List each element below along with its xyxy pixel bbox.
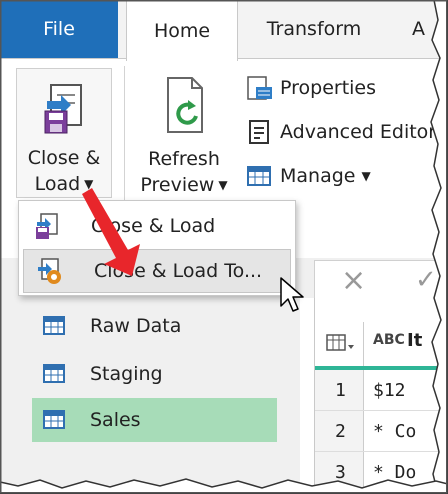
torn-edge-frame [0,0,448,494]
